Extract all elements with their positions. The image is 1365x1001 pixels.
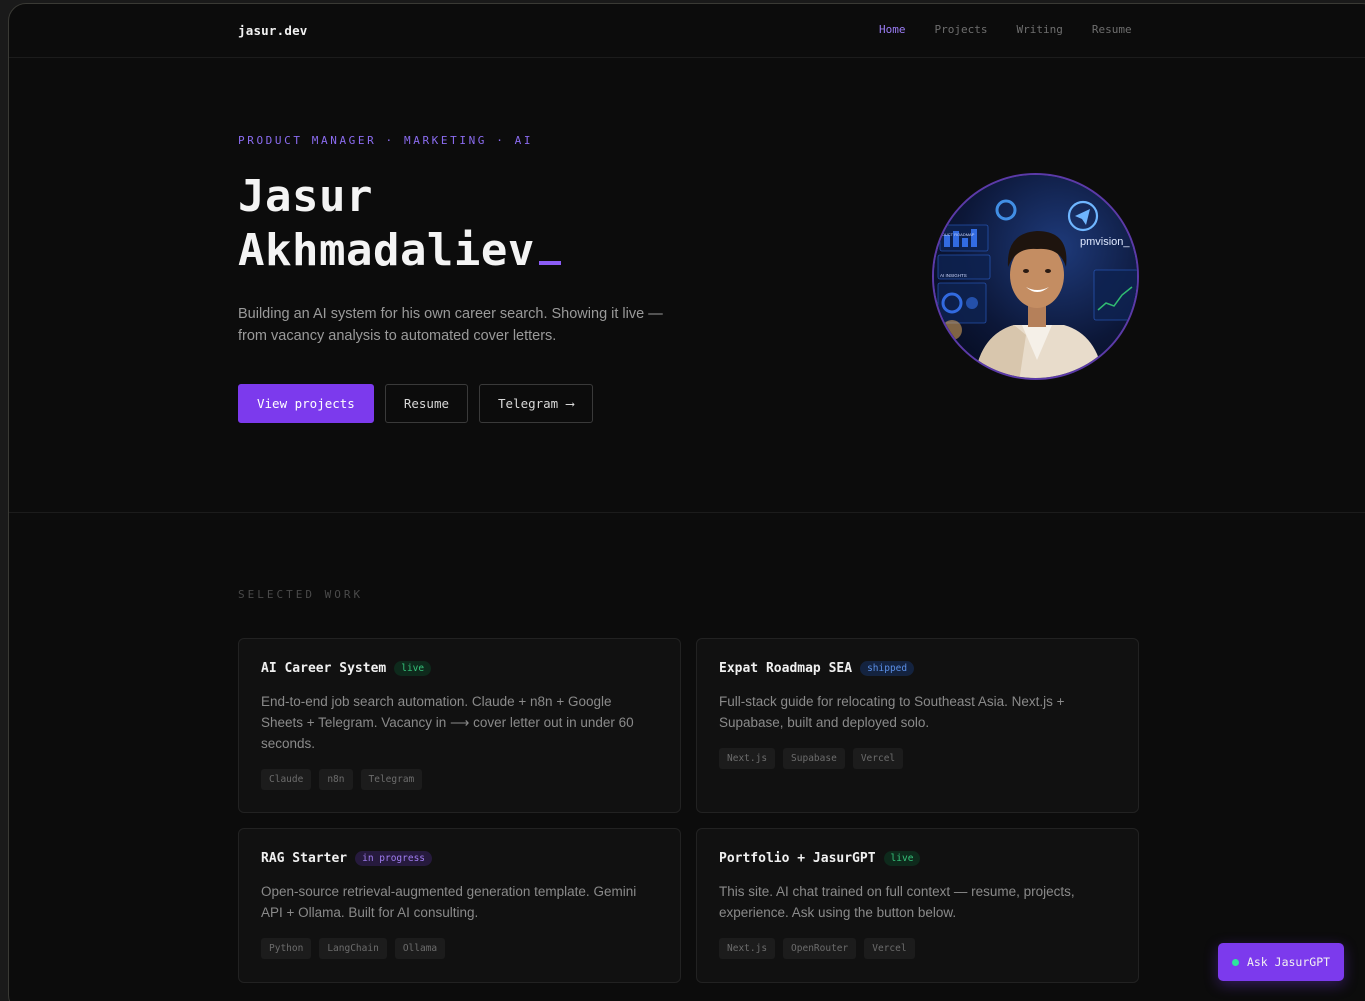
card-tags: Next.js Supabase Vercel xyxy=(719,748,904,769)
tag: Telegram xyxy=(360,769,423,790)
card-header: Portfolio + JasurGPT live xyxy=(719,851,921,866)
card-description: This site. AI chat trained on full conte… xyxy=(719,884,1075,920)
hero-buttons: View projects Resume Telegram ⟶ xyxy=(238,384,593,423)
nav-link-resume[interactable]: Resume xyxy=(1092,23,1132,36)
avatar-brand-text: pmvision_ xyxy=(1080,236,1130,248)
card-title: RAG Starter xyxy=(261,851,348,866)
avatar-insights-text: AI INSIGHTS xyxy=(940,273,967,278)
tag: Ollama xyxy=(394,938,446,959)
card-description: Full-stack guide for relocating to South… xyxy=(719,694,1065,730)
card-header: RAG Starter in progress xyxy=(261,851,433,866)
name-line-last: Akhmadaliev xyxy=(238,224,561,278)
tag: Next.js xyxy=(719,748,776,769)
tag: OpenRouter xyxy=(783,938,857,959)
nav-link-projects[interactable]: Projects xyxy=(935,23,988,36)
view-projects-button[interactable]: View projects xyxy=(238,384,374,423)
ask-jasurgpt-label: Ask JasurGPT xyxy=(1246,955,1331,969)
status-badge: live xyxy=(394,661,432,676)
nav-link-writing[interactable]: Writing xyxy=(1016,23,1062,36)
tag: n8n xyxy=(319,769,353,790)
nav-link-home[interactable]: Home xyxy=(879,23,906,36)
name-line-first: Jasur xyxy=(238,171,373,222)
avatar-roadmap-text: DUCT ROADMAP xyxy=(942,232,975,237)
tag: Next.js xyxy=(719,938,776,959)
project-card-ai-career-system[interactable]: AI Career System live End-to-end job sea… xyxy=(238,638,681,813)
card-header: AI Career System live xyxy=(261,661,432,676)
site-logo[interactable]: jasur.dev xyxy=(238,23,308,38)
project-card-rag-starter[interactable]: RAG Starter in progress Open-source retr… xyxy=(238,828,681,983)
telegram-button[interactable]: Telegram ⟶ xyxy=(479,384,593,423)
top-nav: jasur.dev Home Projects Writing Resume xyxy=(9,4,1365,58)
card-title: AI Career System xyxy=(261,661,387,676)
hero-bio: Building an AI system for his own career… xyxy=(238,306,663,344)
arrow-right-icon: ⟶ xyxy=(566,396,574,411)
hero-section: PRODUCT MANAGER · MARKETING · AI Jasur A… xyxy=(9,58,1365,513)
tag: Vercel xyxy=(852,748,904,769)
card-title: Expat Roadmap SEA xyxy=(719,661,853,676)
tag: Python xyxy=(261,938,312,959)
browser-frame: jasur.dev Home Projects Writing Resume P… xyxy=(8,3,1365,1001)
card-description: End-to-end job search automation. Claude… xyxy=(261,694,634,751)
card-tags: Python LangChain Ollama xyxy=(261,938,446,959)
avatar-illustration: pmvision_ DUCT ROADMAP AI INSIGHTS xyxy=(934,175,1137,378)
tag: Vercel xyxy=(864,938,915,959)
tag: Supabase xyxy=(783,748,845,769)
card-header: Expat Roadmap SEA shipped xyxy=(719,661,915,676)
name-last-text: Akhmadaliev xyxy=(238,225,535,276)
card-title: Portfolio + JasurGPT xyxy=(719,851,876,866)
card-description: Open-source retrieval-augmented generati… xyxy=(261,884,637,920)
telegram-button-label: Telegram xyxy=(498,396,559,411)
tag: Claude xyxy=(261,769,312,790)
avatar: pmvision_ DUCT ROADMAP AI INSIGHTS xyxy=(932,173,1139,380)
section-title: SELECTED WORK xyxy=(238,588,364,601)
status-badge: shipped xyxy=(860,661,915,676)
project-card-expat-roadmap[interactable]: Expat Roadmap SEA shipped Full-stack gui… xyxy=(696,638,1139,813)
resume-button[interactable]: Resume xyxy=(384,384,468,423)
hero-name: Jasur Akhmadaliev xyxy=(238,170,561,278)
nav-links: Home Projects Writing Resume xyxy=(879,23,1132,36)
cursor-underscore xyxy=(538,261,561,265)
tag: LangChain xyxy=(319,938,387,959)
hero-eyebrow: PRODUCT MANAGER · MARKETING · AI xyxy=(238,134,534,147)
online-status-dot-icon xyxy=(1231,958,1239,966)
ask-jasurgpt-button[interactable]: Ask JasurGPT xyxy=(1218,943,1344,981)
card-tags: Next.js OpenRouter Vercel xyxy=(719,938,915,959)
status-badge: live xyxy=(883,851,921,866)
card-tags: Claude n8n Telegram xyxy=(261,769,423,790)
status-badge: in progress xyxy=(355,851,433,866)
project-card-portfolio-jasurgpt[interactable]: Portfolio + JasurGPT live This site. AI … xyxy=(696,828,1139,983)
